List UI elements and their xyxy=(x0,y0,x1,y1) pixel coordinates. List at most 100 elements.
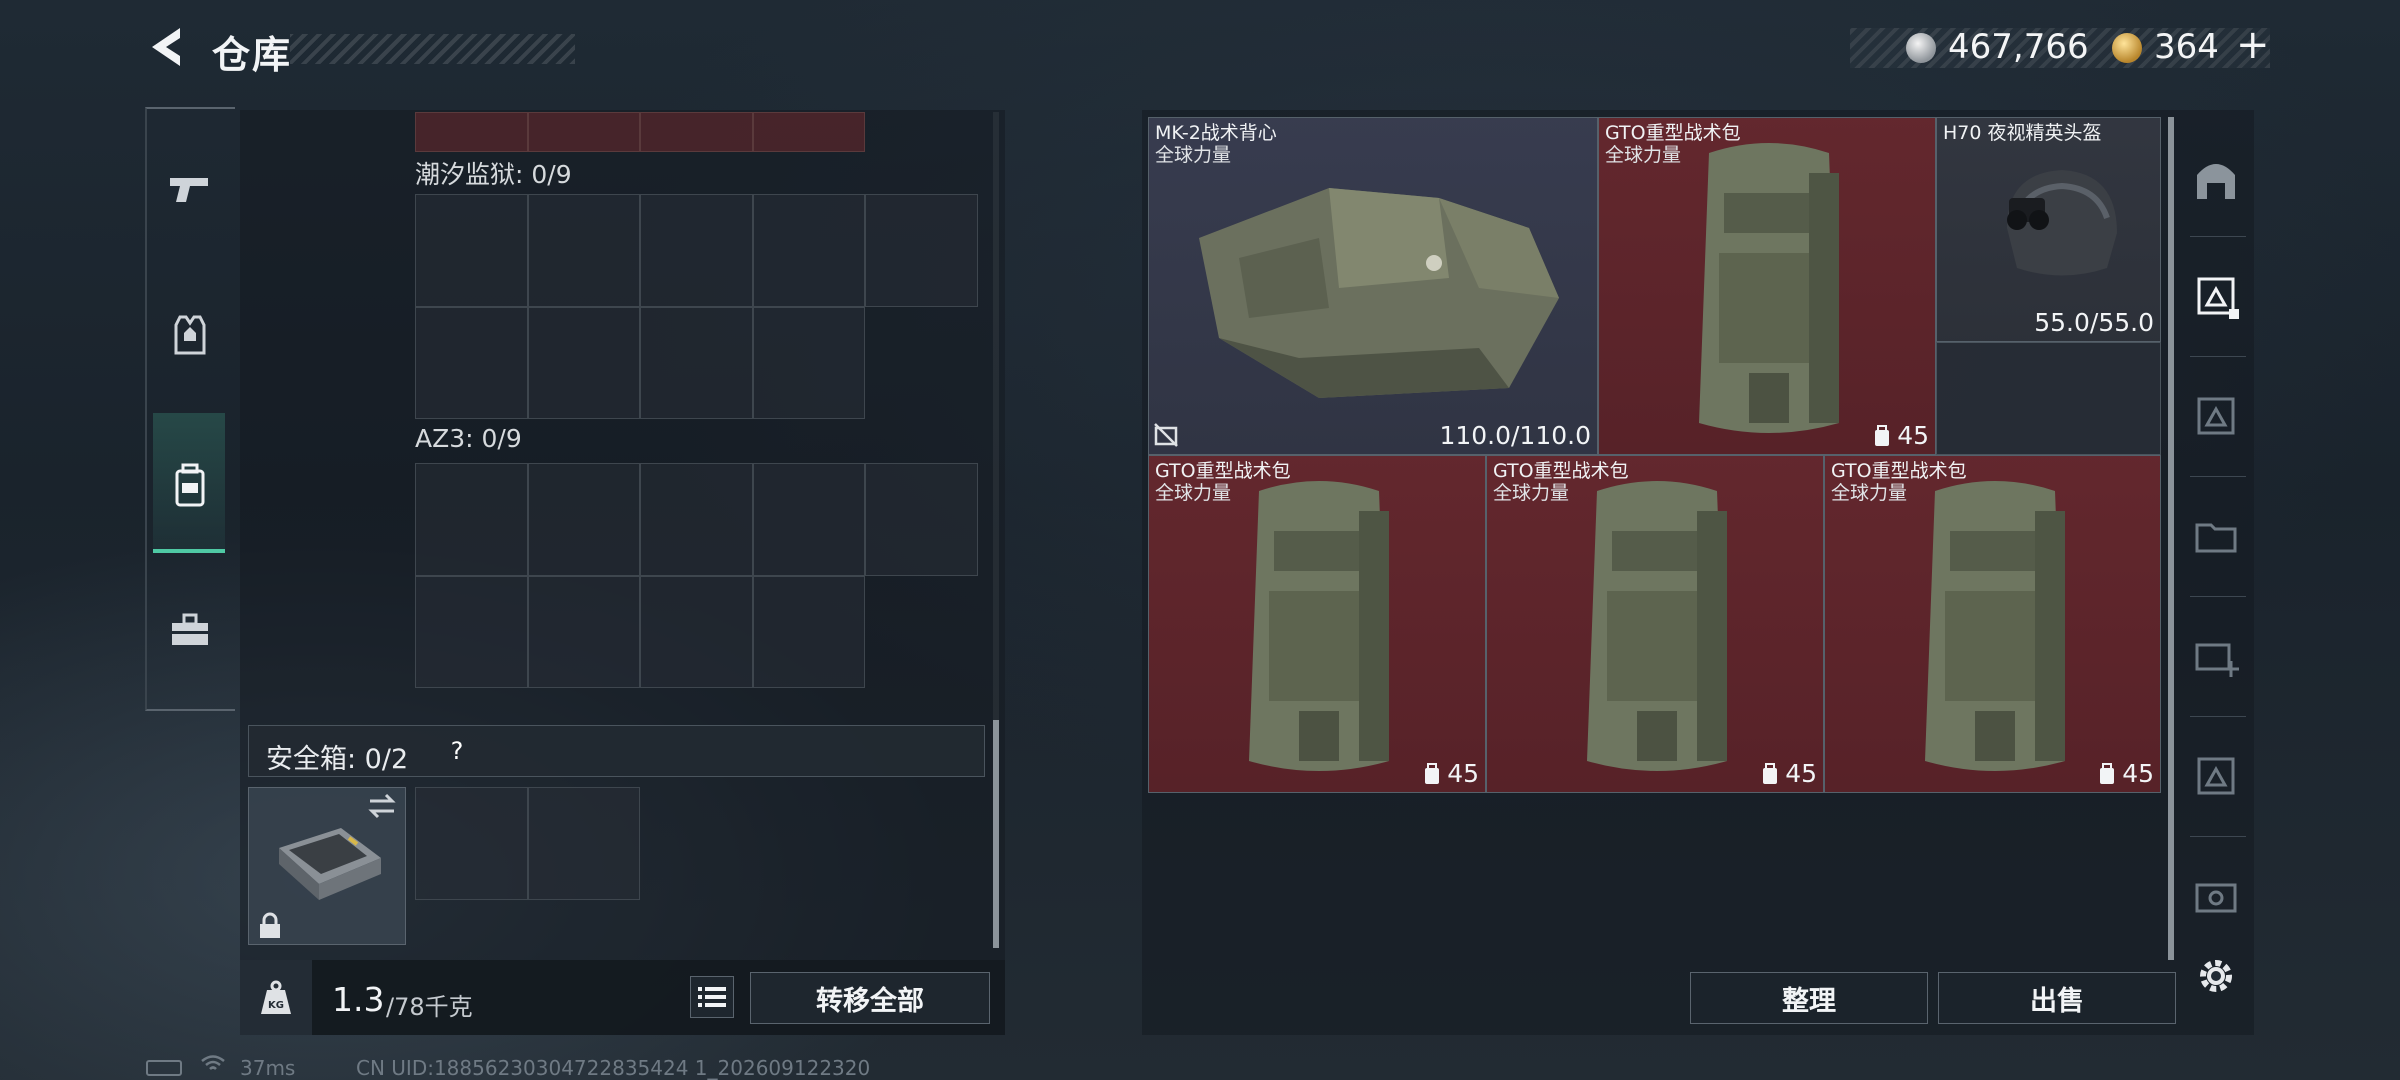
rail-item-armor[interactable] xyxy=(160,305,220,365)
battery-icon xyxy=(146,1060,182,1076)
grid-label-az3: AZ3: 0/9 xyxy=(415,424,522,453)
item-faction: 全球力量 xyxy=(1493,482,1570,504)
pistol-icon xyxy=(170,178,208,202)
rail-item-slot-6[interactable] xyxy=(2185,745,2247,807)
storage-cell[interactable] xyxy=(865,194,978,307)
rail-item-backpack[interactable] xyxy=(160,455,220,515)
capacity-indicator: 45 xyxy=(1873,421,1929,450)
safebox-cell[interactable] xyxy=(415,787,528,900)
folder-slot-icon xyxy=(2195,523,2237,553)
uid-text: CN UID:18856230304722835424 1_2026091223… xyxy=(356,1056,871,1080)
item-backpack-gto[interactable]: GTO重型战术包 全球力量 45 xyxy=(1148,455,1486,793)
storage-cell[interactable] xyxy=(640,463,753,576)
left-scroll-thumb[interactable] xyxy=(993,720,999,948)
rail-item-helmet-slot[interactable] xyxy=(2185,265,2247,327)
storage-cell[interactable] xyxy=(752,575,865,688)
rail-divider xyxy=(2190,836,2246,837)
safebox-slots xyxy=(415,787,640,900)
backpack-icon xyxy=(175,463,205,507)
add-currency-button[interactable]: + xyxy=(2236,22,2270,68)
rail-item-slot-7[interactable] xyxy=(2185,865,2247,927)
rail-item-supplies[interactable] xyxy=(160,600,220,660)
capacity-value: 45 xyxy=(1897,421,1929,450)
item-helmet-h70[interactable]: H70 夜视精英头盔 55.0/55.0 xyxy=(1936,117,2161,342)
storage-cell[interactable] xyxy=(527,112,640,152)
backpack-image xyxy=(1699,143,1839,433)
item-faction: 全球力量 xyxy=(1155,144,1232,166)
item-faction: 全球力量 xyxy=(1155,482,1232,504)
title-stripe xyxy=(290,34,575,64)
empty-cell[interactable] xyxy=(1936,342,2161,455)
rail-divider xyxy=(2190,596,2246,597)
item-vest-mk2[interactable]: MK-2战术背心 全球力量 110.0/110.0 xyxy=(1148,117,1598,455)
storage-cell[interactable] xyxy=(640,575,753,688)
storage-grid-tide-prison xyxy=(415,194,978,420)
list-view-button[interactable] xyxy=(690,976,734,1018)
kg-weight-icon: KG xyxy=(261,980,291,1014)
item-faction: 全球力量 xyxy=(1605,144,1682,166)
grid-label-tide-prison: 潮汐监狱: 0/9 xyxy=(415,160,572,189)
storage-cell[interactable] xyxy=(415,112,528,152)
safebox-label: 安全箱: 0/2 xyxy=(266,744,409,775)
gear-icon xyxy=(2200,960,2232,992)
storage-cell[interactable] xyxy=(527,575,640,688)
backpack-image xyxy=(1587,481,1727,771)
no-repair-icon xyxy=(1154,423,1178,447)
gold-coin-icon xyxy=(2112,33,2142,63)
silver-coin-icon xyxy=(1906,33,1936,63)
back-button[interactable] xyxy=(142,22,192,72)
capacity-backpack-icon xyxy=(1875,424,1890,446)
item-backpack-gto[interactable]: GTO重型战术包 全球力量 45 xyxy=(1824,455,2161,793)
item-backpack-gto[interactable]: GTO重型战术包 全球力量 45 xyxy=(1486,455,1824,793)
storage-cell[interactable] xyxy=(640,306,753,419)
storage-cell[interactable] xyxy=(415,306,528,419)
capacity-backpack-icon xyxy=(1425,762,1440,784)
storage-cell[interactable] xyxy=(527,194,640,307)
storage-cell[interactable] xyxy=(752,306,865,419)
kg-box: KG xyxy=(240,960,312,1035)
right-scroll-thumb[interactable] xyxy=(2168,117,2174,960)
rail-item-home[interactable] xyxy=(2185,148,2247,210)
capacity-indicator: 45 xyxy=(1761,759,1817,788)
storage-cell[interactable] xyxy=(527,306,640,419)
capacity-value: 45 xyxy=(2122,759,2154,788)
rail-item-slot-4[interactable] xyxy=(2185,505,2247,567)
wifi-icon xyxy=(200,1054,226,1079)
capacity-backpack-icon xyxy=(1763,762,1778,784)
rail-divider xyxy=(2190,236,2246,237)
silver-amount: 467,766 xyxy=(1948,27,2089,67)
storage-cell[interactable] xyxy=(415,463,528,576)
vest-icon xyxy=(174,315,206,355)
item-name: GTO重型战术包 xyxy=(1605,122,1741,144)
slot-icon xyxy=(2197,757,2235,795)
sort-button[interactable]: 整理 xyxy=(1690,972,1928,1024)
storage-cell[interactable] xyxy=(752,194,865,307)
tactical-vest-image xyxy=(1199,188,1559,398)
storage-grid-az3 xyxy=(415,463,978,689)
item-name: GTO重型战术包 xyxy=(1493,460,1629,482)
storage-cell[interactable] xyxy=(415,575,528,688)
storage-cell[interactable] xyxy=(415,194,528,307)
rail-item-weapon[interactable] xyxy=(160,160,220,220)
safebox-cell[interactable] xyxy=(527,787,640,900)
swap-icon[interactable] xyxy=(366,793,398,819)
item-backpack-gto[interactable]: GTO重型战术包 全球力量 45 xyxy=(1598,117,1936,455)
storage-cell[interactable] xyxy=(752,112,865,152)
capacity-indicator: 45 xyxy=(1423,759,1479,788)
gold-amount: 364 xyxy=(2154,27,2219,67)
page-title: 仓库 xyxy=(212,33,293,77)
storage-cell[interactable] xyxy=(527,463,640,576)
rail-item-slot-5[interactable] xyxy=(2185,625,2247,687)
sell-button[interactable]: 出售 xyxy=(1938,972,2176,1024)
rail-item-slot-3[interactable] xyxy=(2185,385,2247,447)
transfer-all-button[interactable]: 转移全部 xyxy=(750,972,990,1024)
storage-cell[interactable] xyxy=(640,112,753,152)
help-button[interactable]: ? xyxy=(437,737,477,769)
slot-filled-icon xyxy=(2197,277,2239,319)
weight-max: /78千克 xyxy=(386,993,473,1021)
storage-cell[interactable] xyxy=(865,463,978,576)
storage-cell[interactable] xyxy=(752,463,865,576)
settings-button[interactable] xyxy=(2185,945,2247,1007)
storage-cell[interactable] xyxy=(640,194,753,307)
capacity-backpack-icon xyxy=(2100,762,2115,784)
